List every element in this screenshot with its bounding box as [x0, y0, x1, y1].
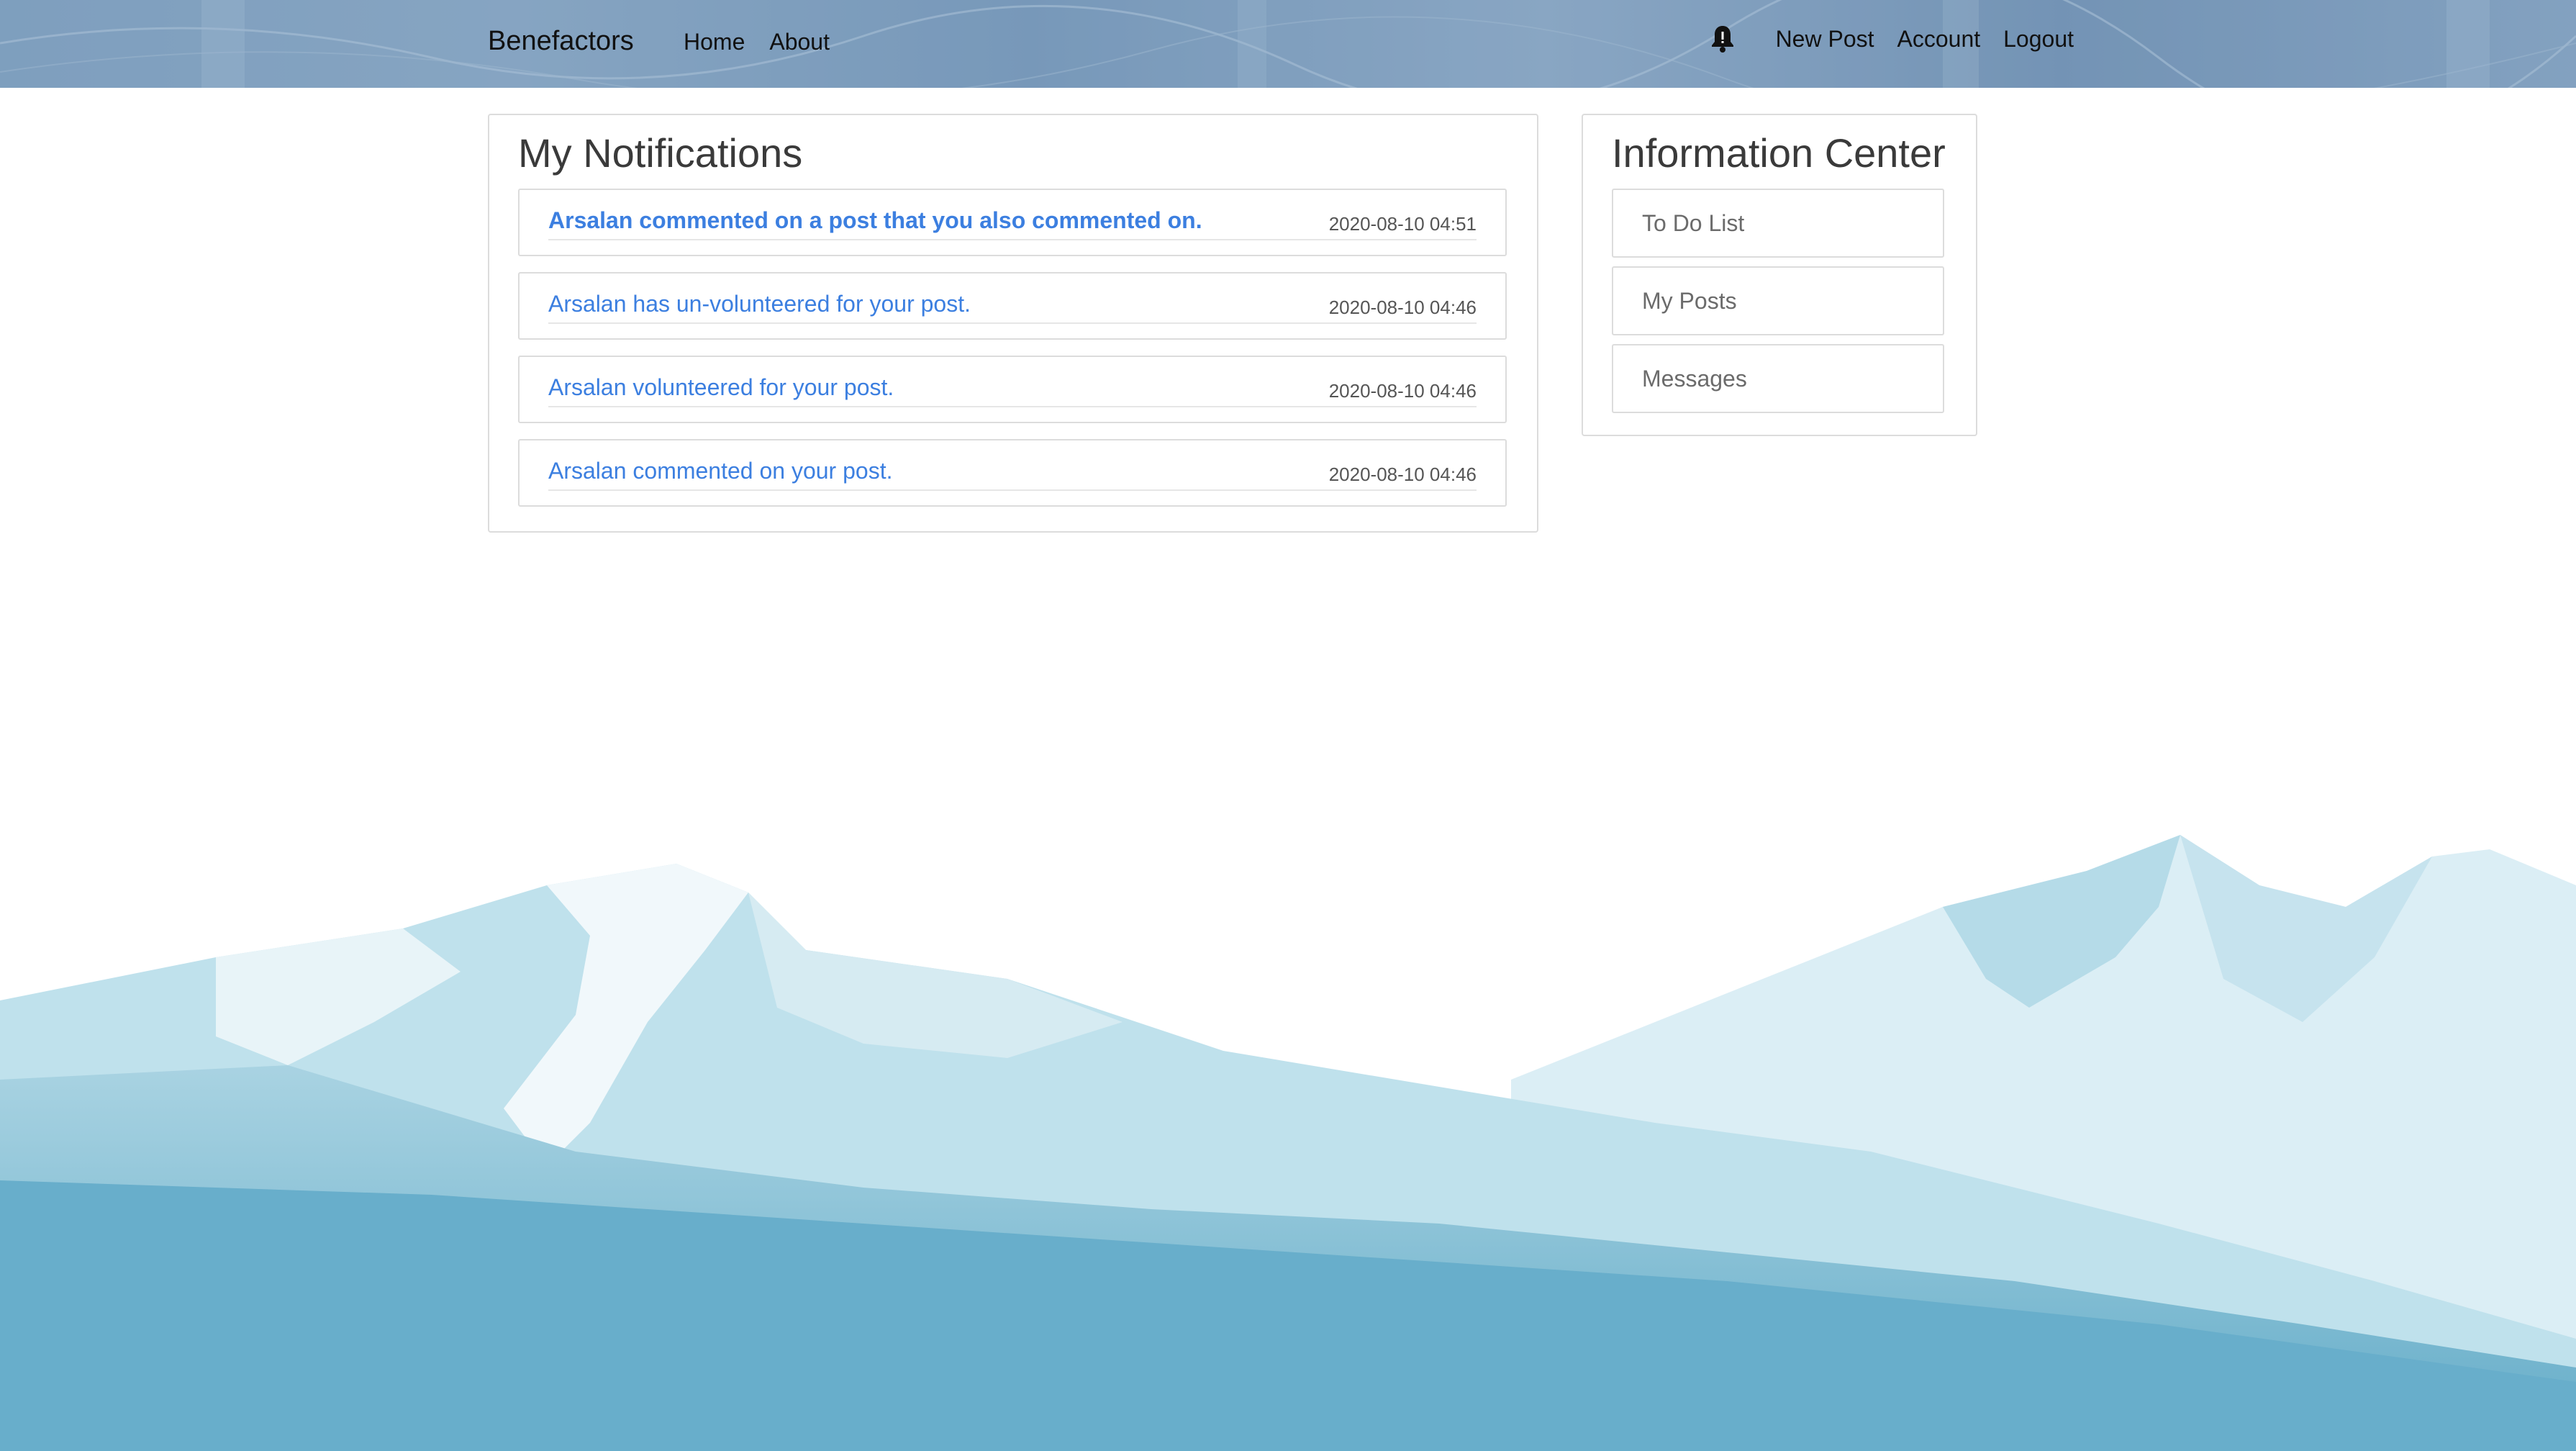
nav-logout-link[interactable]: Logout	[2003, 26, 2074, 53]
bell-icon[interactable]	[1710, 24, 1736, 53]
notification-item[interactable]: Arsalan volunteered for your post. 2020-…	[518, 356, 1507, 423]
notification-link[interactable]: Arsalan commented on a post that you als…	[548, 207, 1202, 234]
info-item-messages[interactable]: Messages	[1612, 344, 1944, 413]
information-center-list: To Do List My Posts Messages	[1612, 189, 1944, 422]
divider	[548, 322, 1477, 324]
nav-home-link[interactable]: Home	[684, 29, 745, 55]
info-item-my-posts[interactable]: My Posts	[1612, 266, 1944, 335]
info-item-to-do-list[interactable]: To Do List	[1612, 189, 1944, 258]
notification-link[interactable]: Arsalan volunteered for your post.	[548, 374, 894, 401]
notifications-list: Arsalan commented on a post that you als…	[518, 189, 1507, 523]
notifications-title: My Notifications	[518, 130, 803, 176]
information-center-card: Information Center To Do List My Posts M…	[1582, 114, 1977, 436]
nav-about-link[interactable]: About	[769, 29, 830, 55]
page: Benefactors Home About New Post Account …	[0, 0, 2576, 1451]
notification-link[interactable]: Arsalan has un-volunteered for your post…	[548, 291, 971, 317]
notification-link[interactable]: Arsalan commented on your post.	[548, 458, 892, 484]
nav-new-post-link[interactable]: New Post	[1776, 26, 1874, 53]
notification-time: 2020-08-10 04:46	[1328, 464, 1477, 485]
nav-left: Home About	[684, 29, 830, 55]
divider	[548, 489, 1477, 491]
divider	[548, 239, 1477, 240]
notification-time: 2020-08-10 04:46	[1328, 380, 1477, 402]
navbar-texture	[0, 0, 2576, 88]
nav-account-link[interactable]: Account	[1897, 26, 1981, 53]
notification-item[interactable]: Arsalan has un-volunteered for your post…	[518, 272, 1507, 340]
brand-logo[interactable]: Benefactors	[488, 26, 634, 57]
information-center-title: Information Center	[1612, 130, 1946, 176]
notification-time: 2020-08-10 04:46	[1328, 297, 1477, 318]
divider	[548, 406, 1477, 407]
notification-time: 2020-08-10 04:51	[1328, 213, 1477, 235]
notifications-card: My Notifications Arsalan commented on a …	[488, 114, 1538, 533]
notification-item[interactable]: Arsalan commented on your post. 2020-08-…	[518, 439, 1507, 507]
notification-item[interactable]: Arsalan commented on a post that you als…	[518, 189, 1507, 256]
navbar: Benefactors Home About New Post Account …	[0, 0, 2576, 88]
nav-right: New Post Account Logout	[1710, 24, 2074, 53]
